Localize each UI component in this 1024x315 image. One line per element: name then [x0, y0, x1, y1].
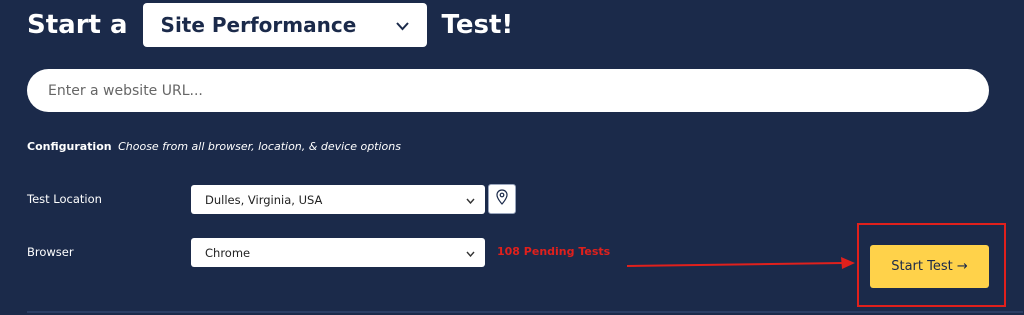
url-input[interactable]	[27, 69, 989, 112]
test-type-label: Site Performance	[160, 13, 357, 37]
browser-label: Browser	[27, 245, 74, 259]
map-pin-icon	[496, 189, 508, 209]
pending-tests-count: 108 Pending Tests	[497, 245, 611, 258]
arrow-right-icon	[626, 257, 855, 269]
test-location-label: Test Location	[27, 192, 102, 206]
divider	[27, 311, 1023, 313]
headline: Start a Site Performance Test!	[27, 2, 513, 48]
location-button[interactable]	[488, 184, 516, 214]
configuration-row: Configuration Choose from all browser, l…	[27, 140, 401, 153]
test-location-value: Dulles, Virginia, USA	[205, 192, 323, 207]
test-location-select[interactable]: Dulles, Virginia, USA	[191, 185, 485, 214]
start-test-button[interactable]: Start Test →	[870, 245, 989, 288]
chevron-down-icon	[466, 193, 475, 207]
headline-prefix: Start a	[27, 10, 128, 40]
browser-value: Chrome	[205, 245, 251, 260]
browser-select[interactable]: Chrome	[191, 238, 485, 267]
headline-suffix: Test!	[441, 10, 514, 40]
configuration-description: Choose from all browser, location, & dev…	[118, 140, 401, 153]
test-type-select[interactable]: Site Performance	[142, 3, 427, 47]
configuration-title: Configuration	[27, 140, 112, 153]
chevron-down-icon	[466, 246, 475, 260]
chevron-down-icon	[395, 16, 409, 35]
